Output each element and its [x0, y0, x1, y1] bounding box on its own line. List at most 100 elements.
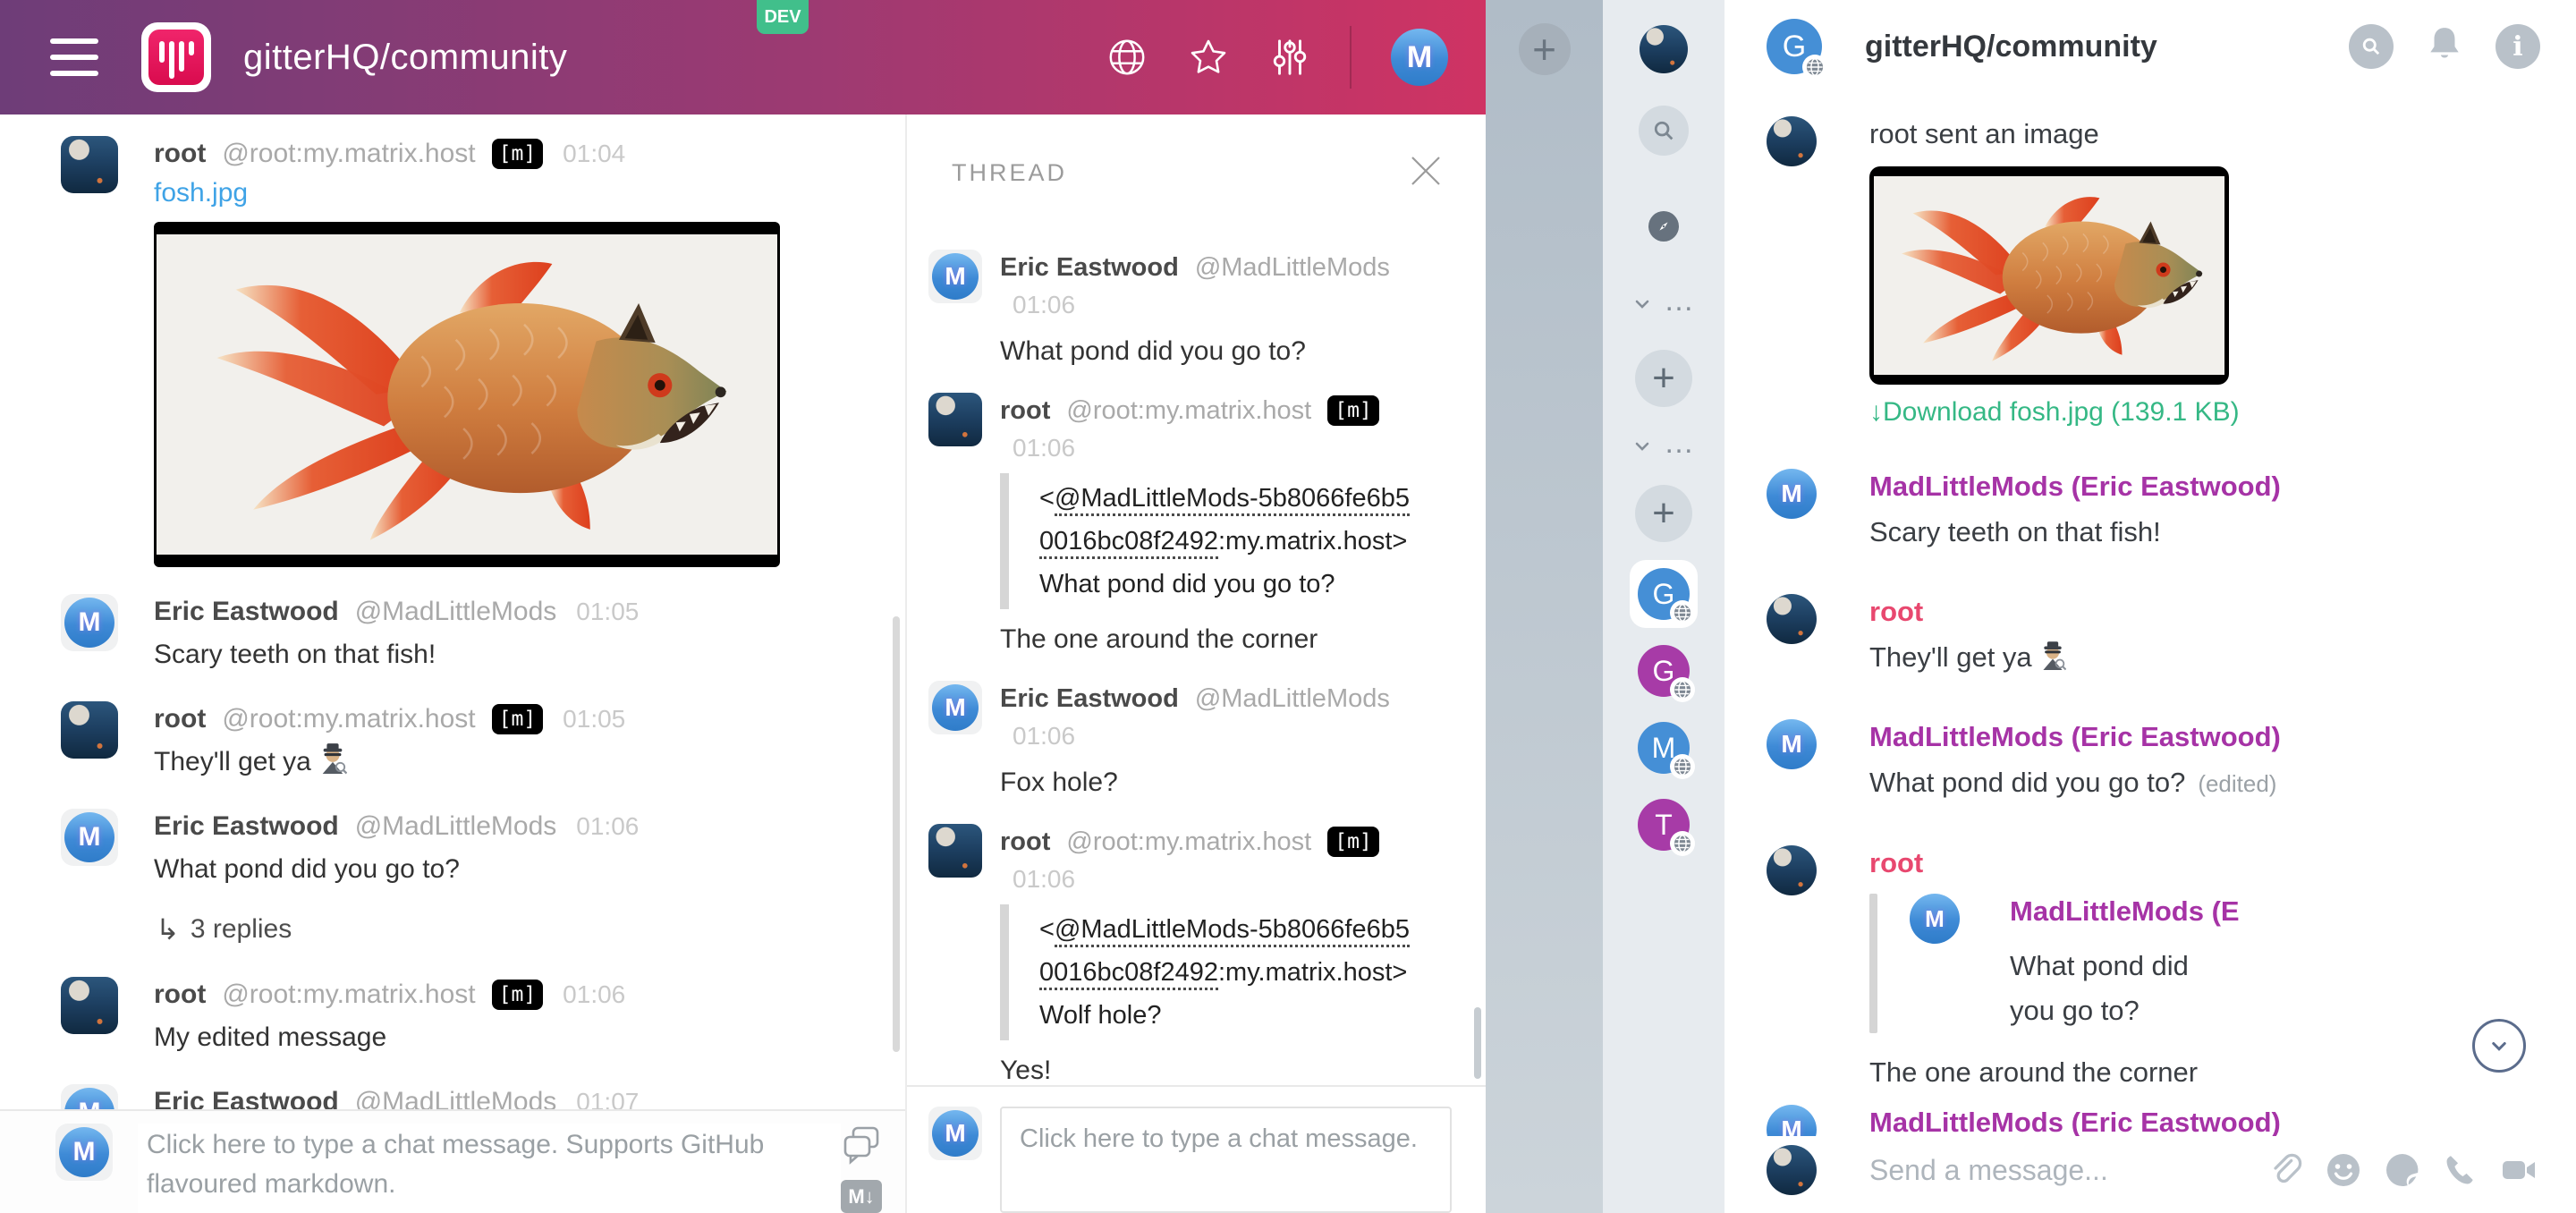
sender-name[interactable]: Eric Eastwood: [1000, 681, 1179, 717]
message-text: They'll get ya: [154, 742, 853, 782]
root-avatar[interactable]: [61, 977, 118, 1034]
room-info-icon[interactable]: i: [2496, 24, 2540, 69]
video-call-icon[interactable]: [2499, 1150, 2538, 1190]
thread-input[interactable]: Click here to type a chat message.: [1000, 1107, 1452, 1213]
timeline-event-clipped: M MadLittleMods (Eric Eastwood): [1767, 1105, 2540, 1136]
sender-handle: @MadLittleMods: [355, 809, 557, 844]
eric-avatar[interactable]: M: [61, 1084, 118, 1109]
sender-name[interactable]: root: [1000, 824, 1050, 860]
chat-mode-icon[interactable]: [841, 1124, 882, 1169]
sender-name[interactable]: MadLittleMods (Eric Eastwood): [1869, 469, 2540, 505]
chat-message: M Eric Eastwood @MadLittleMods 01:05 Sca…: [61, 594, 853, 674]
reply-arrow-icon: ↳: [156, 912, 180, 946]
sticker-icon[interactable]: [2383, 1150, 2422, 1190]
gitter-logo: [141, 22, 211, 92]
chevron-down-icon: [1631, 436, 1653, 462]
quoted-text: What pond did you go to?: [2010, 944, 2241, 1033]
voice-call-icon[interactable]: [2442, 1151, 2479, 1189]
image-attachment[interactable]: [154, 222, 780, 567]
matrix-badge: [m]: [492, 980, 544, 1010]
eric-avatar[interactable]: M: [1767, 469, 1817, 519]
thread-panel: THREAD M Eric Eastwood @MadLittleMo: [905, 115, 1486, 1213]
star-icon[interactable]: [1187, 36, 1230, 79]
add-space-button[interactable]: +: [1519, 23, 1571, 75]
emoji-icon[interactable]: [2324, 1150, 2363, 1190]
add-room-button[interactable]: +: [1635, 350, 1692, 407]
sender-name[interactable]: Eric Eastwood: [154, 594, 339, 630]
sender-name[interactable]: Eric Eastwood: [154, 1084, 339, 1109]
root-avatar[interactable]: [1767, 845, 1817, 895]
globe-badge-icon: [1670, 677, 1695, 702]
explore-compass-icon[interactable]: [1648, 211, 1679, 242]
thread-scrollbar[interactable]: [1474, 1007, 1481, 1079]
message-input[interactable]: Send a message...: [1869, 1154, 2267, 1187]
timestamp: 01:06: [1013, 432, 1455, 464]
room-avatar[interactable]: G: [1767, 19, 1822, 74]
room-item[interactable]: T: [1630, 791, 1698, 859]
search-button[interactable]: [1639, 106, 1689, 156]
sender-name[interactable]: Eric Eastwood: [154, 809, 339, 844]
section-collapse-row[interactable]: …: [1631, 293, 1696, 319]
sender-handle: @root:my.matrix.host: [222, 977, 475, 1013]
sender-name[interactable]: root: [154, 701, 206, 737]
sender-name[interactable]: MadLittleMods (Eric Eastwood): [1869, 1105, 2540, 1136]
plus-icon: +: [1652, 491, 1675, 536]
chat-message: M Eric Eastwood @MadLittleMods 01:06 Wha…: [61, 809, 853, 950]
root-avatar[interactable]: [61, 136, 118, 193]
sender-name[interactable]: root: [1000, 393, 1050, 428]
close-icon[interactable]: [1405, 150, 1446, 196]
sender-name[interactable]: root: [1869, 845, 2540, 881]
sender-name[interactable]: root: [154, 977, 206, 1013]
file-link[interactable]: fosh.jpg: [154, 172, 248, 215]
eric-avatar[interactable]: M: [61, 594, 118, 651]
eric-avatar[interactable]: M: [928, 681, 982, 734]
root-avatar[interactable]: [928, 393, 982, 446]
eric-avatar[interactable]: M: [61, 809, 118, 866]
sender-name[interactable]: MadLittleMods (Eric Eastwood): [1869, 719, 2540, 755]
globe-icon[interactable]: [1106, 37, 1148, 78]
message-composer: Send a message...: [1724, 1136, 2576, 1213]
gitter-chat-panel: root @root:my.matrix.host [m] 01:04 fosh…: [0, 115, 905, 1213]
room-item[interactable]: M: [1630, 714, 1698, 782]
jump-to-bottom-button[interactable]: [2472, 1019, 2526, 1073]
message-text: Fox hole?: [1000, 763, 1455, 802]
thread-message: root @root:my.matrix.host [m] 01:06 <@Ma…: [928, 393, 1455, 659]
sender-name[interactable]: root: [1869, 594, 2540, 630]
root-avatar[interactable]: [928, 824, 982, 878]
quoted-message: <@MadLittleMods-5b8066fe6b50016bc08f2492…: [1000, 473, 1415, 609]
notifications-bell-icon[interactable]: [2424, 24, 2465, 70]
download-link[interactable]: ↓Download fosh.jpg (139.1 KB): [1869, 397, 2240, 428]
sender-name[interactable]: Eric Eastwood: [1000, 250, 1179, 285]
timestamp: 01:06: [1013, 863, 1455, 895]
markdown-icon[interactable]: M↓: [841, 1180, 882, 1213]
timestamp: 01:06: [576, 809, 639, 844]
user-avatar[interactable]: M: [1391, 29, 1448, 86]
timeline-event: M MadLittleMods (Eric Eastwood) What pon…: [1767, 719, 2540, 804]
eric-avatar[interactable]: M: [1767, 1105, 1817, 1136]
header-divider: [1350, 26, 1352, 89]
timeline: root sent an image: [1724, 93, 2576, 1136]
root-avatar[interactable]: [1767, 116, 1817, 166]
settings-sliders-icon[interactable]: [1269, 37, 1310, 78]
reply-quote[interactable]: M MadLittleMods (Eric Eastwood) What pon…: [1869, 894, 2540, 1033]
chat-input[interactable]: Click here to type a chat message. Suppo…: [138, 1124, 841, 1213]
eric-avatar[interactable]: M: [1767, 719, 1817, 769]
root-avatar[interactable]: [1767, 594, 1817, 644]
thread-replies-link[interactable]: ↳ 3 replies: [156, 912, 853, 946]
search-icon[interactable]: [2349, 24, 2394, 69]
sender-name[interactable]: root: [154, 136, 206, 172]
eric-avatar[interactable]: M: [928, 250, 982, 303]
add-room-button[interactable]: +: [1635, 485, 1692, 542]
user-avatar[interactable]: [1640, 25, 1688, 73]
attachment-paperclip-icon[interactable]: [2267, 1151, 2304, 1189]
section-collapse-row[interactable]: …: [1631, 436, 1696, 462]
globe-badge-icon: [1802, 55, 1827, 80]
room-item-selected[interactable]: G: [1630, 560, 1698, 628]
root-avatar[interactable]: [61, 701, 118, 759]
chat-scrollbar[interactable]: [893, 616, 900, 1052]
timeline-event: root sent an image: [1767, 116, 2540, 428]
image-attachment[interactable]: [1869, 166, 2229, 385]
room-item[interactable]: G: [1630, 637, 1698, 705]
globe-badge-icon: [1670, 754, 1695, 779]
menu-icon[interactable]: [50, 38, 98, 76]
